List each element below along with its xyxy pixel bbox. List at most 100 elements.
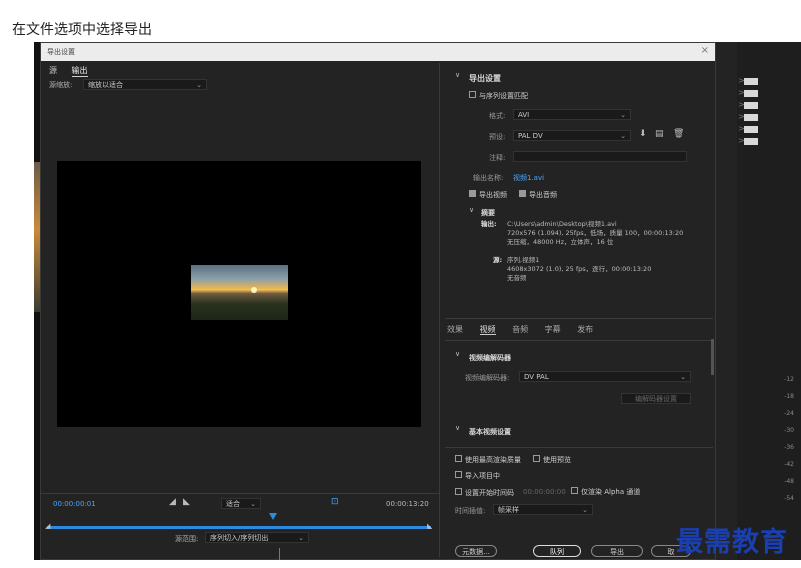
mark-in-icon[interactable]: ◢ bbox=[169, 497, 176, 507]
settings-tabs: 效果 视频 音频 字幕 发布 bbox=[447, 324, 607, 335]
mark-out-icon[interactable]: ◣ bbox=[183, 497, 190, 507]
meter-tick: -42 bbox=[784, 461, 794, 468]
use-previews-label: 使用预览 bbox=[543, 456, 571, 464]
start-timecode-value[interactable]: 00:00:00:00 bbox=[523, 488, 566, 496]
import-to-project-checkbox[interactable] bbox=[455, 471, 462, 478]
summary-output-line: 720x576 (1.094), 25fps，低场，质量 100，00:00:1… bbox=[507, 229, 684, 237]
summary-source-line: 无音频 bbox=[507, 274, 527, 282]
tabs-underline bbox=[445, 340, 713, 341]
timecode-start[interactable]: 00:00:00:01 bbox=[53, 500, 96, 508]
tab-captions[interactable]: 字幕 bbox=[545, 325, 561, 334]
source-range-select[interactable]: 序列切入/序列切出 ⌄ bbox=[205, 532, 309, 543]
export-audio-label: 导出音频 bbox=[529, 191, 557, 199]
preset-value: PAL DV bbox=[518, 132, 543, 140]
metadata-button[interactable]: 元数据... bbox=[455, 545, 497, 557]
source-range-value: 序列切入/序列切出 bbox=[210, 534, 269, 542]
folder-icon: > bbox=[738, 88, 758, 97]
folder-icon: > bbox=[738, 112, 758, 121]
timeline-marker bbox=[279, 548, 280, 560]
export-settings-pane: ∨ 导出设置 与序列设置匹配 格式: AVI ⌄ 预设: PAL DV ⌄ ⬇ … bbox=[445, 63, 714, 557]
timeline-scrubber[interactable] bbox=[47, 526, 431, 529]
tab-source[interactable]: 源 bbox=[49, 66, 57, 75]
codec-select[interactable]: DV PAL ⌄ bbox=[519, 371, 691, 382]
summary-source-line: 4608x3072 (1.0), 25 fps，逐行，00:00:13:20 bbox=[507, 265, 652, 273]
tab-video[interactable]: 视频 bbox=[479, 325, 496, 335]
close-icon[interactable]: × bbox=[701, 45, 709, 56]
video-codec-title: 视频编解码器 bbox=[469, 354, 511, 362]
summary-source-label: 源: bbox=[493, 256, 503, 264]
meter-tick: -36 bbox=[784, 444, 794, 451]
fit-value: 适合 bbox=[226, 500, 240, 508]
save-preset-icon[interactable]: ⬇ bbox=[639, 129, 647, 139]
in-point-icon[interactable]: ◢ bbox=[45, 522, 50, 530]
summary-output-line: C:\Users\admin\Desktop\视频1.avi bbox=[507, 220, 617, 228]
meter-tick: -54 bbox=[784, 495, 794, 502]
options-divider bbox=[445, 447, 713, 448]
max-render-quality-label: 使用最高渲染质量 bbox=[465, 456, 521, 464]
meter-tick: -12 bbox=[784, 376, 794, 383]
start-timecode-label: 设置开始时间码 bbox=[465, 489, 514, 497]
folder-icon: > bbox=[738, 136, 758, 145]
tab-audio[interactable]: 音频 bbox=[512, 325, 528, 334]
folder-icon: > bbox=[738, 100, 758, 109]
render-alpha-checkbox[interactable] bbox=[571, 487, 578, 494]
crop-icon[interactable]: ⊡ bbox=[331, 497, 339, 507]
chevron-down-icon[interactable]: ∨ bbox=[469, 206, 474, 214]
render-alpha-label: 仅渲染 Alpha 通道 bbox=[581, 488, 641, 496]
tab-publish[interactable]: 发布 bbox=[577, 325, 593, 334]
time-interpolation-label: 时间插值: bbox=[455, 507, 486, 515]
dialog-titlebar: 导出设置 × bbox=[41, 43, 715, 61]
playhead-icon[interactable] bbox=[269, 513, 277, 520]
start-timecode-checkbox[interactable] bbox=[455, 488, 462, 495]
comments-input[interactable] bbox=[513, 151, 687, 162]
export-video-checkbox[interactable] bbox=[469, 190, 476, 197]
sun-shape bbox=[251, 287, 257, 293]
timecode-end[interactable]: 00:00:13:20 bbox=[386, 500, 429, 508]
format-value: AVI bbox=[518, 111, 530, 119]
time-interpolation-select[interactable]: 帧采样 ⌄ bbox=[493, 504, 593, 515]
export-settings-title: 导出设置 bbox=[469, 74, 501, 83]
export-audio-checkbox[interactable] bbox=[519, 190, 526, 197]
fit-select[interactable]: 适合 ⌄ bbox=[221, 498, 261, 509]
scrollbar-thumb[interactable] bbox=[711, 339, 714, 375]
source-scaling-select[interactable]: 缩放以适合 ⌄ bbox=[83, 79, 207, 90]
chevron-down-icon[interactable]: ∨ bbox=[455, 71, 460, 79]
chevron-down-icon: ⌄ bbox=[582, 506, 588, 514]
format-label: 格式: bbox=[489, 112, 506, 120]
out-point-icon[interactable]: ◣ bbox=[427, 522, 432, 530]
import-preset-icon[interactable]: ▤ bbox=[655, 129, 664, 139]
timeline-divider bbox=[41, 493, 439, 494]
export-settings-dialog: 导出设置 × 源 输出 源缩放: 缩放以适合 ⌄ 00:00:00:01 ◢ ◣… bbox=[40, 42, 716, 560]
delete-preset-icon[interactable]: 🗑 bbox=[673, 129, 684, 139]
max-render-quality-checkbox[interactable] bbox=[455, 455, 462, 462]
meter-tick: -30 bbox=[784, 427, 794, 434]
codec-value: DV PAL bbox=[524, 373, 549, 381]
folder-icon: > bbox=[738, 124, 758, 133]
meter-tick: -48 bbox=[784, 478, 794, 485]
tab-output[interactable]: 输出 bbox=[71, 66, 88, 77]
chevron-down-icon[interactable]: ∨ bbox=[455, 424, 460, 432]
video-frame-thumbnail bbox=[191, 265, 288, 320]
tab-effects[interactable]: 效果 bbox=[447, 325, 463, 334]
chevron-down-icon[interactable]: ∨ bbox=[455, 350, 460, 358]
format-select[interactable]: AVI ⌄ bbox=[513, 109, 631, 120]
chevron-down-icon: ⌄ bbox=[680, 373, 686, 381]
source-range-label: 源范围: bbox=[175, 535, 199, 543]
caption: 在文件选项中选择导出 bbox=[12, 22, 152, 38]
chevron-down-icon: ⌄ bbox=[196, 81, 202, 89]
preset-label: 预设: bbox=[489, 133, 506, 141]
output-name-label: 输出名称: bbox=[473, 174, 504, 182]
source-scaling-value: 缩放以适合 bbox=[88, 81, 123, 89]
time-interpolation-value: 帧采样 bbox=[498, 506, 519, 514]
source-scaling-label: 源缩放: bbox=[49, 81, 73, 89]
folder-icon: > bbox=[738, 76, 758, 85]
preset-select[interactable]: PAL DV ⌄ bbox=[513, 130, 631, 141]
chevron-down-icon: ⌄ bbox=[298, 534, 304, 542]
use-previews-checkbox[interactable] bbox=[533, 455, 540, 462]
codec-settings-button[interactable]: 编解码器设置 bbox=[621, 393, 691, 404]
export-button[interactable]: 导出 bbox=[591, 545, 643, 557]
output-name-link[interactable]: 视频1.avi bbox=[513, 173, 544, 183]
queue-button[interactable]: 队列 bbox=[533, 545, 581, 557]
match-sequence-checkbox[interactable] bbox=[469, 91, 476, 98]
meter-tick: -18 bbox=[784, 393, 794, 400]
